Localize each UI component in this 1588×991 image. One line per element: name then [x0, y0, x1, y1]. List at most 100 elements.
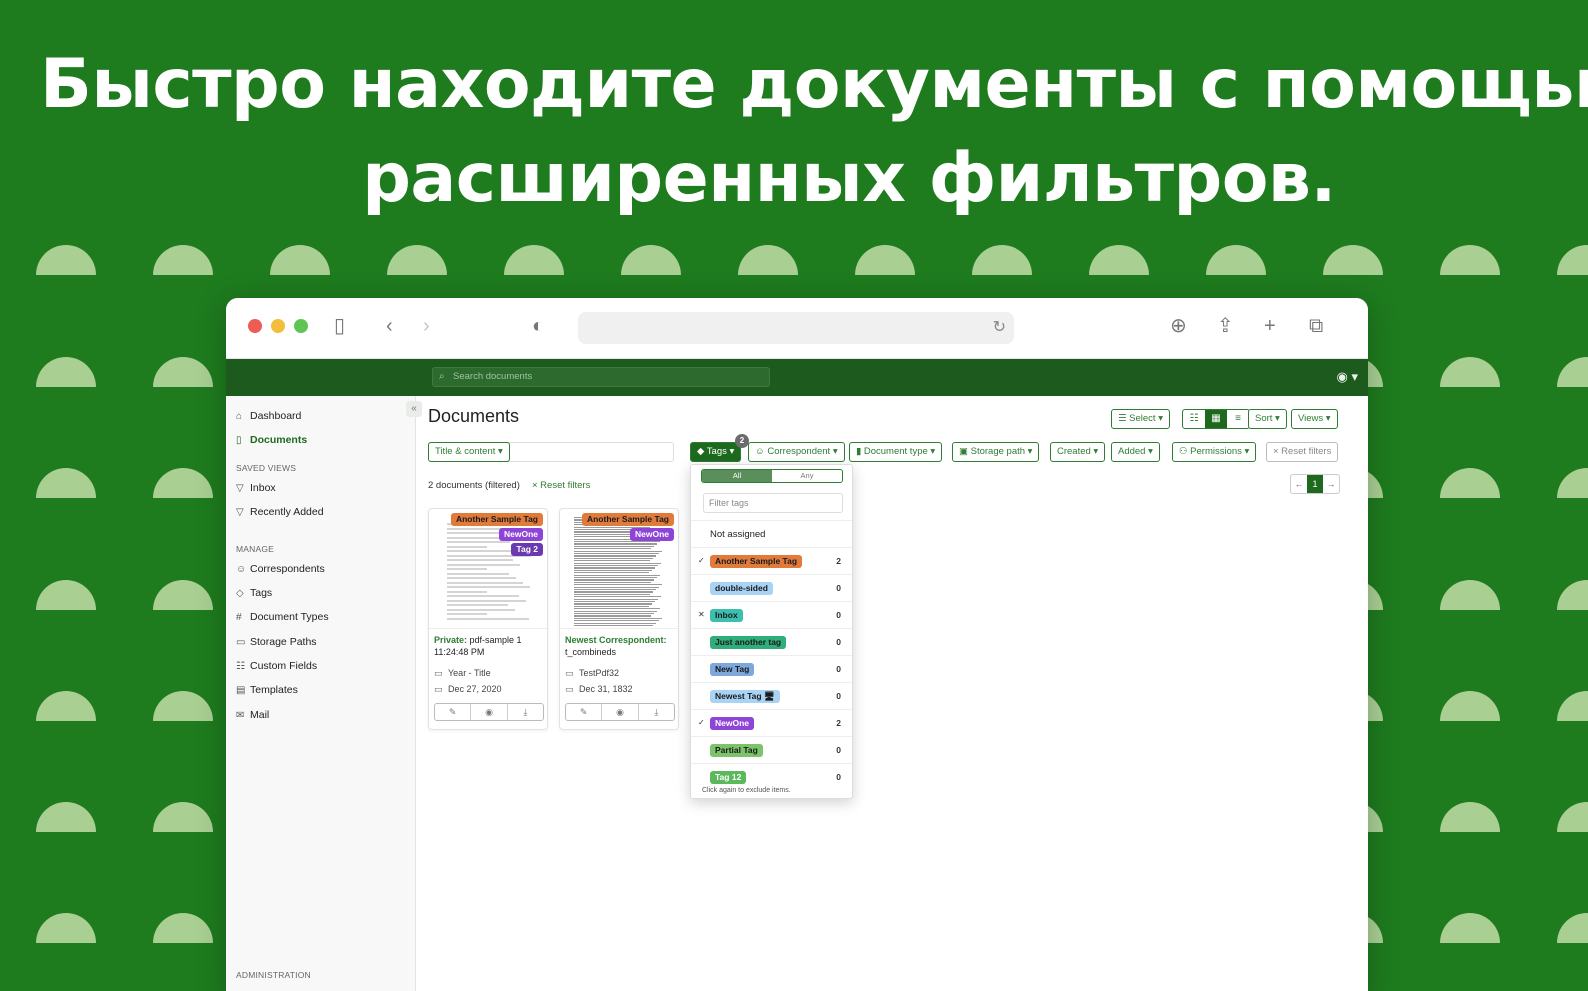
page-number[interactable]: 1: [1307, 475, 1323, 493]
tags-filter-button[interactable]: ◆ Tags ▾: [690, 442, 742, 462]
next-page-icon[interactable]: →: [1323, 475, 1339, 493]
reload-icon[interactable]: ↻: [993, 317, 1006, 337]
document-card[interactable]: Another Sample Tag NewOne Newest Corresp…: [559, 508, 679, 730]
tag-badge[interactable]: Another Sample Tag: [581, 513, 674, 526]
chevron-left-icon[interactable]: ‹: [386, 315, 393, 337]
title-content-filter[interactable]: Title & content ▾: [428, 442, 674, 462]
sidebar-toggle-icon[interactable]: ▯: [334, 315, 345, 337]
sort-button[interactable]: Sort ▾: [1248, 409, 1287, 429]
thumbnail-text-line: [574, 586, 659, 588]
thumbnail-text-line: [574, 555, 656, 557]
address-bar[interactable]: ↻: [578, 312, 1014, 344]
reset-filters-link[interactable]: × Reset filters: [532, 480, 590, 491]
tag-option[interactable]: Partial Tag 0: [691, 736, 852, 763]
sidebar-item-recently-added[interactable]: ▽ Recently Added: [236, 506, 324, 518]
sidebar-item-custom-fields[interactable]: ☷ Custom Fields: [236, 660, 317, 672]
correspondent-name[interactable]: Private:: [434, 635, 467, 645]
edit-icon[interactable]: ✎: [566, 704, 603, 720]
correspondent-name[interactable]: Newest Correspondent:: [565, 635, 667, 645]
sidebar-item-label: Mail: [250, 709, 270, 721]
home-icon: ⌂: [236, 411, 243, 422]
close-window-button[interactable]: [248, 319, 262, 333]
half-circle-decoration: [1440, 245, 1500, 275]
thumbnail-text-line: [574, 550, 662, 552]
document-card[interactable]: Another Sample Tag NewOne Tag 2 Private:…: [428, 508, 548, 730]
tag-option[interactable]: Tag 12 0: [691, 763, 852, 790]
tag-option[interactable]: ✓ Another Sample Tag 2: [691, 547, 852, 574]
user-menu-icon[interactable]: ◉ ▾: [1337, 369, 1358, 385]
sidebar-item-dashboard[interactable]: ⌂ Dashboard: [236, 410, 301, 422]
search-icon: ⌕: [439, 371, 445, 382]
document-thumbnail[interactable]: [429, 509, 547, 629]
tag-option[interactable]: double-sided 0: [691, 574, 852, 601]
browser-toolbar: ▯ ‹ › ◐ ↻ ⊕ ⇪ + ⧉: [226, 298, 1368, 359]
half-circle-decoration: [1557, 691, 1588, 721]
tag-badge[interactable]: NewOne: [498, 528, 543, 541]
sidebar-item-templates[interactable]: ▤ Templates: [236, 684, 298, 696]
edit-icon[interactable]: ✎: [435, 704, 472, 720]
select-button[interactable]: ☰ Select ▾: [1111, 409, 1170, 429]
fields-icon: ☷: [236, 661, 245, 672]
sidebar-item-mail[interactable]: ✉ Mail: [236, 709, 269, 721]
storage-path-filter-button[interactable]: ▣ Storage path ▾: [952, 442, 1040, 462]
match-any-option[interactable]: Any: [772, 470, 842, 482]
half-circle-decoration: [153, 468, 213, 498]
sidebar-item-inbox[interactable]: ▽ Inbox: [236, 482, 276, 494]
tag-option[interactable]: New Tag 0: [691, 655, 852, 682]
collapse-sidebar-button[interactable]: «: [406, 401, 422, 417]
created-date-meta: ▭ Dec 31, 1832: [565, 684, 633, 695]
tag-option[interactable]: ✓ NewOne 2: [691, 709, 852, 736]
tabs-overview-icon[interactable]: ⧉: [1309, 315, 1323, 337]
administration-heading: ADMINISTRATION: [236, 970, 311, 980]
minimize-window-button[interactable]: [271, 319, 285, 333]
download-icon[interactable]: ⤓: [639, 704, 674, 720]
created-filter-button[interactable]: Created ▾: [1050, 442, 1106, 462]
preview-icon[interactable]: ◉: [602, 704, 639, 720]
half-circle-decoration: [1323, 245, 1383, 275]
thumbnail-text-line: [447, 604, 508, 606]
table-view-icon[interactable]: ☷: [1183, 410, 1205, 428]
sidebar-item-documents[interactable]: ▯ Documents: [236, 434, 307, 446]
sidebar-item-tags[interactable]: ◇ Tags: [236, 587, 272, 599]
preview-icon[interactable]: ◉: [471, 704, 508, 720]
match-all-option[interactable]: All: [702, 470, 772, 482]
correspondent-filter-button[interactable]: ☺ Correspondent ▾: [748, 442, 845, 462]
tags-filter-label: Tags ▾: [706, 446, 735, 457]
download-icon[interactable]: ⊕: [1170, 315, 1187, 337]
zoom-window-button[interactable]: [294, 319, 308, 333]
tag-badge[interactable]: Another Sample Tag: [450, 513, 543, 526]
card-actions: ✎ ◉ ⤓: [434, 703, 544, 721]
sidebar-item-correspondents[interactable]: ☺ Correspondents: [236, 563, 325, 575]
tag-badge[interactable]: NewOne: [629, 528, 674, 541]
tag-option-not-assigned[interactable]: Not assigned: [691, 520, 852, 547]
calendar-icon: ▭: [565, 684, 574, 694]
permissions-filter-button[interactable]: ⚇ Permissions ▾: [1172, 442, 1257, 462]
sidebar-item-document-types[interactable]: # Document Types: [236, 611, 329, 623]
added-filter-button[interactable]: Added ▾: [1111, 442, 1160, 462]
person-icon: ☺: [755, 446, 768, 457]
title-content-dropdown[interactable]: Title & content ▾: [428, 442, 510, 462]
shield-icon[interactable]: ◐: [532, 315, 544, 337]
large-cards-view-icon[interactable]: ≡: [1227, 410, 1249, 428]
tag-badge[interactable]: Tag 2: [511, 543, 543, 556]
plus-icon[interactable]: +: [1264, 315, 1276, 337]
small-cards-view-icon[interactable]: ▦: [1205, 410, 1227, 428]
share-icon[interactable]: ⇪: [1217, 315, 1234, 337]
download-icon[interactable]: ⤓: [508, 704, 543, 720]
document-thumbnail[interactable]: [560, 509, 678, 629]
chevron-right-icon[interactable]: ›: [423, 315, 430, 337]
sidebar-item-storage-paths[interactable]: ▭ Storage Paths: [236, 636, 317, 648]
tag-option[interactable]: ✕ Inbox 0: [691, 601, 852, 628]
thumbnail-text-line: [574, 541, 660, 543]
filter-tags-input[interactable]: Filter tags: [703, 493, 843, 513]
search-input[interactable]: ⌕ Search documents: [432, 367, 770, 387]
document-title: Private: pdf-sample 1 11:24:48 PM: [434, 634, 546, 658]
views-button[interactable]: Views ▾: [1291, 409, 1338, 429]
half-circle-decoration: [738, 245, 798, 275]
thumbnail-text-line: [574, 565, 658, 567]
reset-filters-button[interactable]: × Reset filters: [1266, 442, 1339, 462]
document-type-filter-button[interactable]: ▮ Document type ▾: [849, 442, 943, 462]
tag-option[interactable]: Newest Tag 🖥 0: [691, 682, 852, 709]
tag-option[interactable]: Just another tag 0: [691, 628, 852, 655]
previous-page-icon[interactable]: ←: [1291, 475, 1307, 493]
